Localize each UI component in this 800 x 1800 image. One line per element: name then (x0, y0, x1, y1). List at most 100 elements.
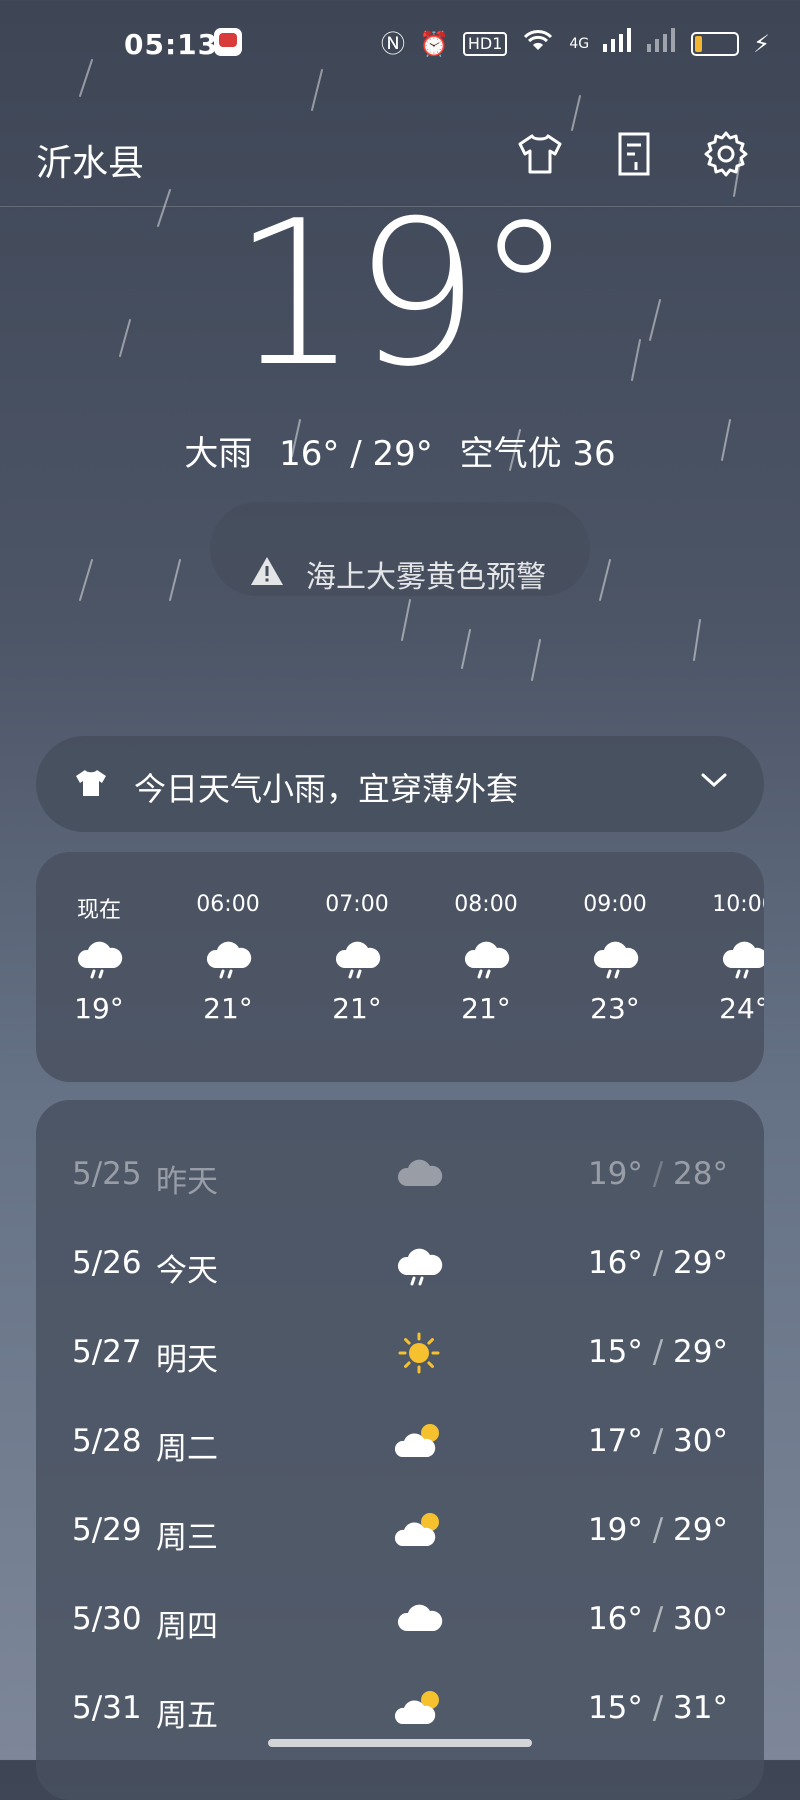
app-notification-icon (214, 28, 242, 56)
current-condition: 大雨 (184, 434, 253, 474)
daily-row[interactable]: 5/30 周四 16° / 30° (36, 1589, 764, 1649)
daily-forecast[interactable]: 5/25 昨天 19° / 28° 5/26 今天 16° / 29° 5/27 明天 15° … (36, 1100, 764, 1800)
day-date: 5/26 (72, 1245, 142, 1281)
warning-icon (250, 556, 284, 590)
hour-time: 07:00 (325, 892, 389, 917)
hourly-item: 10:00 24° (689, 892, 764, 1025)
hourly-item: 09:00 23° (560, 892, 670, 1025)
alert-text: 海上大雾黄色预警 (306, 560, 546, 595)
day-high: 28° (673, 1156, 728, 1192)
day-temps: 19° / 29° (588, 1512, 728, 1548)
weather-alert-button[interactable]: 海上大雾黄色预警 (210, 502, 590, 596)
signal-2-icon (647, 27, 677, 61)
hd-badge: HD1 (462, 31, 508, 56)
clothing-tip-bar[interactable]: 今日天气小雨，宜穿薄外套 (36, 736, 764, 832)
home-indicator[interactable] (268, 1739, 532, 1747)
day-high: 30° (673, 1601, 728, 1637)
day-name: 今天 (156, 1253, 218, 1289)
hour-temp: 24° (719, 992, 764, 1025)
rain-icon (173, 922, 283, 992)
day-temps: 15° / 31° (588, 1690, 728, 1726)
alarm-icon: ⏰ (418, 29, 449, 58)
hourly-item: 06:00 21° (173, 892, 283, 1025)
day-high: 30° (673, 1423, 728, 1459)
charging-icon: ⚡ (753, 29, 770, 58)
day-date: 5/25 (72, 1156, 142, 1192)
hour-temp: 23° (590, 992, 640, 1025)
rain-icon (394, 1241, 444, 1286)
day-date: 5/27 (72, 1334, 142, 1370)
hourly-item: 08:00 21° (431, 892, 541, 1025)
day-temps: 17° / 30° (588, 1423, 728, 1459)
current-summary: 大雨 16° / 29° 空气优 36 (0, 426, 800, 475)
air-quality[interactable]: 空气优 36 (460, 434, 616, 474)
daily-row[interactable]: 5/27 明天 15° / 29° (36, 1322, 764, 1382)
settings-icon[interactable] (702, 130, 750, 178)
hour-time: 09:00 (583, 892, 647, 917)
current-range: 16° / 29° (279, 434, 433, 474)
hourly-item: 07:00 21° (302, 892, 412, 1025)
daily-row[interactable]: 5/29 周三 19° / 29° (36, 1500, 764, 1560)
hour-temp: 21° (461, 992, 511, 1025)
day-temps: 16° / 29° (588, 1245, 728, 1281)
daily-row[interactable]: 5/26 今天 16° / 29° (36, 1233, 764, 1293)
nfc-icon: Ⓝ (380, 29, 405, 58)
day-low: 16° (587, 1601, 643, 1637)
temp-separator: / (642, 1334, 674, 1370)
temp-separator: / (642, 1423, 674, 1459)
day-low: 19° (587, 1156, 643, 1192)
hourly-forecast[interactable]: 现在 19° 06:00 21° 07:00 21° 08:00 21° 09:00 23° 10:… (36, 852, 764, 1082)
temp-separator: / (642, 1690, 674, 1726)
cloud-icon (394, 1597, 444, 1641)
day-date: 5/31 (72, 1690, 142, 1726)
day-temps: 15° / 29° (588, 1334, 728, 1370)
temp-separator: / (642, 1512, 674, 1548)
temp-separator: / (642, 1156, 674, 1192)
status-bar: 05:13 Ⓝ ⏰ HD1 4G ⚡ (0, 0, 800, 90)
day-low: 16° (587, 1245, 643, 1281)
day-date: 5/29 (72, 1512, 142, 1548)
wifi-icon (521, 26, 555, 61)
tip-text: 今日天气小雨，宜穿薄外套 (134, 770, 519, 808)
partly-cloudy-icon (394, 1508, 444, 1552)
day-name: 周二 (156, 1431, 218, 1467)
day-name: 明天 (156, 1342, 218, 1378)
rain-icon (44, 922, 154, 992)
status-icons: Ⓝ ⏰ HD1 4G ⚡ (381, 26, 770, 61)
rain-icon (689, 922, 764, 992)
day-low: 15° (587, 1334, 643, 1370)
day-date: 5/28 (72, 1423, 142, 1459)
news-icon[interactable] (610, 130, 658, 178)
day-name: 昨天 (156, 1164, 218, 1200)
current-temperature: 19° (231, 178, 575, 411)
day-low: 19° (587, 1512, 643, 1548)
hour-temp: 21° (203, 992, 253, 1025)
hourly-item: 现在 19° (44, 892, 154, 1025)
daily-row[interactable]: 5/28 周二 17° / 30° (36, 1411, 764, 1471)
day-low: 15° (587, 1690, 643, 1726)
day-high: 31° (673, 1690, 728, 1726)
cloudy-icon (394, 1152, 444, 1196)
rain-icon (560, 922, 670, 992)
status-time: 05:13 (124, 28, 219, 61)
day-name: 周三 (156, 1520, 218, 1556)
day-temps: 19° / 28° (588, 1156, 728, 1192)
network-type: 4G (569, 35, 590, 52)
daily-row[interactable]: 5/31 周五 15° / 31° (36, 1678, 764, 1738)
chevron-down-icon[interactable] (700, 770, 728, 794)
shirt-icon (74, 768, 108, 802)
battery-icon (691, 31, 740, 56)
hour-time: 08:00 (454, 892, 518, 917)
day-high: 29° (673, 1334, 728, 1370)
day-temps: 16° / 30° (588, 1601, 728, 1637)
dress-tip-icon[interactable] (516, 130, 564, 178)
day-high: 29° (673, 1512, 728, 1548)
sun-icon (394, 1330, 444, 1374)
partly-cloudy-icon (394, 1419, 444, 1463)
temp-separator: / (642, 1245, 674, 1281)
rain-icon (302, 922, 412, 992)
hour-time: 10:00 (712, 892, 764, 917)
daily-row[interactable]: 5/25 昨天 19° / 28° (36, 1144, 764, 1204)
day-name: 周五 (156, 1698, 218, 1734)
city-name[interactable]: 沂水县 (36, 134, 144, 186)
